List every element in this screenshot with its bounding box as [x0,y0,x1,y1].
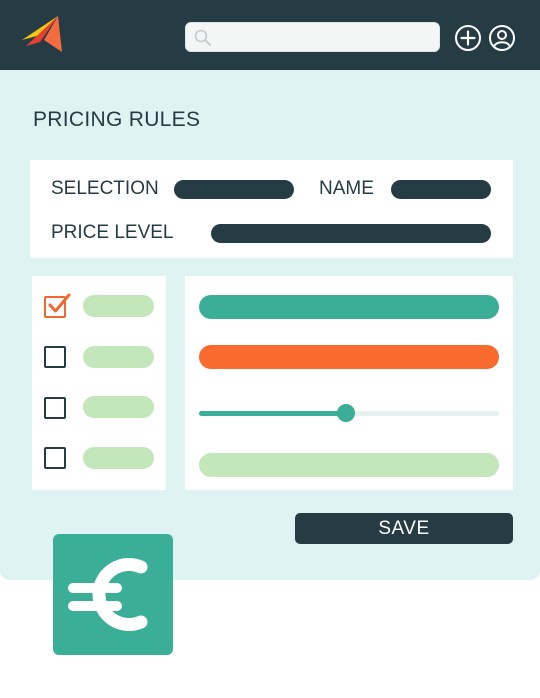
plus-circle-icon[interactable] [454,24,482,52]
checkmark-icon [48,293,71,313]
slider-fill [199,411,346,416]
option-label-4 [83,447,154,469]
selection-label: SELECTION [51,178,159,199]
settings-card [185,276,513,490]
option-label-3 [83,396,154,418]
user-circle-icon[interactable] [488,24,516,52]
selection-field[interactable] [174,180,294,199]
euro-badge [53,534,173,655]
name-field[interactable] [391,180,491,199]
teal-bar [199,295,499,319]
page-title: PRICING RULES [33,108,201,131]
option-checkbox-3[interactable] [44,397,66,419]
orange-bar [199,345,499,369]
search-box[interactable] [185,22,440,53]
option-checkbox-4[interactable] [44,447,66,469]
search-input[interactable] [220,23,434,53]
options-card [32,276,166,490]
price-level-field[interactable] [211,224,491,243]
option-label-1 [83,295,154,317]
name-label: NAME [319,178,374,199]
search-icon [194,29,211,46]
top-bar [0,0,540,70]
option-checkbox-1[interactable] [44,293,71,318]
save-button[interactable]: SAVE [295,513,513,544]
euro-icon [68,558,148,631]
price-level-label: PRICE LEVEL [51,222,174,243]
price-slider[interactable] [199,404,499,422]
rule-info-card: SELECTION NAME PRICE LEVEL [30,160,513,258]
green-bar [199,453,499,477]
app-window: PRICING RULES SELECTION NAME PRICE LEVEL [0,0,540,580]
slider-thumb[interactable] [337,404,355,422]
paper-plane-logo [22,16,62,52]
option-label-2 [83,346,154,368]
option-checkbox-2[interactable] [44,346,66,368]
